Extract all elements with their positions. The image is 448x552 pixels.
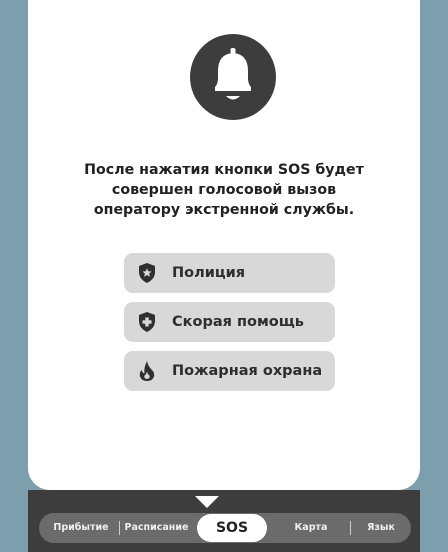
tab-language[interactable]: Язык bbox=[353, 513, 409, 543]
fire-department-button[interactable]: Пожарная охрана bbox=[124, 351, 335, 391]
fire-department-button-label: Пожарная охрана bbox=[172, 363, 323, 379]
fire-icon bbox=[135, 359, 159, 383]
sos-panel: После нажатия кнопки SOS будет совершен … bbox=[28, 0, 420, 490]
ambulance-button[interactable]: Скорая помощь bbox=[124, 302, 335, 342]
active-tab-pointer bbox=[195, 496, 219, 508]
tab-navigation: Прибытие Расписание SOS Карта Язык bbox=[39, 513, 411, 543]
sos-instruction-text: После нажатия кнопки SOS будет совершен … bbox=[68, 160, 380, 220]
police-button[interactable]: Полиция bbox=[124, 253, 335, 293]
police-button-label: Полиция bbox=[172, 265, 246, 281]
tab-sos[interactable]: SOS bbox=[197, 514, 267, 542]
tab-map[interactable]: Карта bbox=[275, 513, 347, 543]
police-shield-icon bbox=[135, 261, 159, 285]
instruction-line-3: оператору экстренной службы. bbox=[93, 202, 355, 218]
instruction-line-2: совершен голосовой вызов bbox=[111, 182, 337, 198]
medical-shield-icon bbox=[135, 310, 159, 334]
tab-divider bbox=[350, 521, 351, 535]
tab-schedule[interactable]: Расписание bbox=[120, 513, 193, 543]
ambulance-button-label: Скорая помощь bbox=[172, 314, 304, 330]
bell-icon bbox=[190, 34, 276, 120]
tab-arrival[interactable]: Прибытие bbox=[45, 513, 117, 543]
instruction-line-1: После нажатия кнопки SOS будет bbox=[84, 162, 364, 178]
